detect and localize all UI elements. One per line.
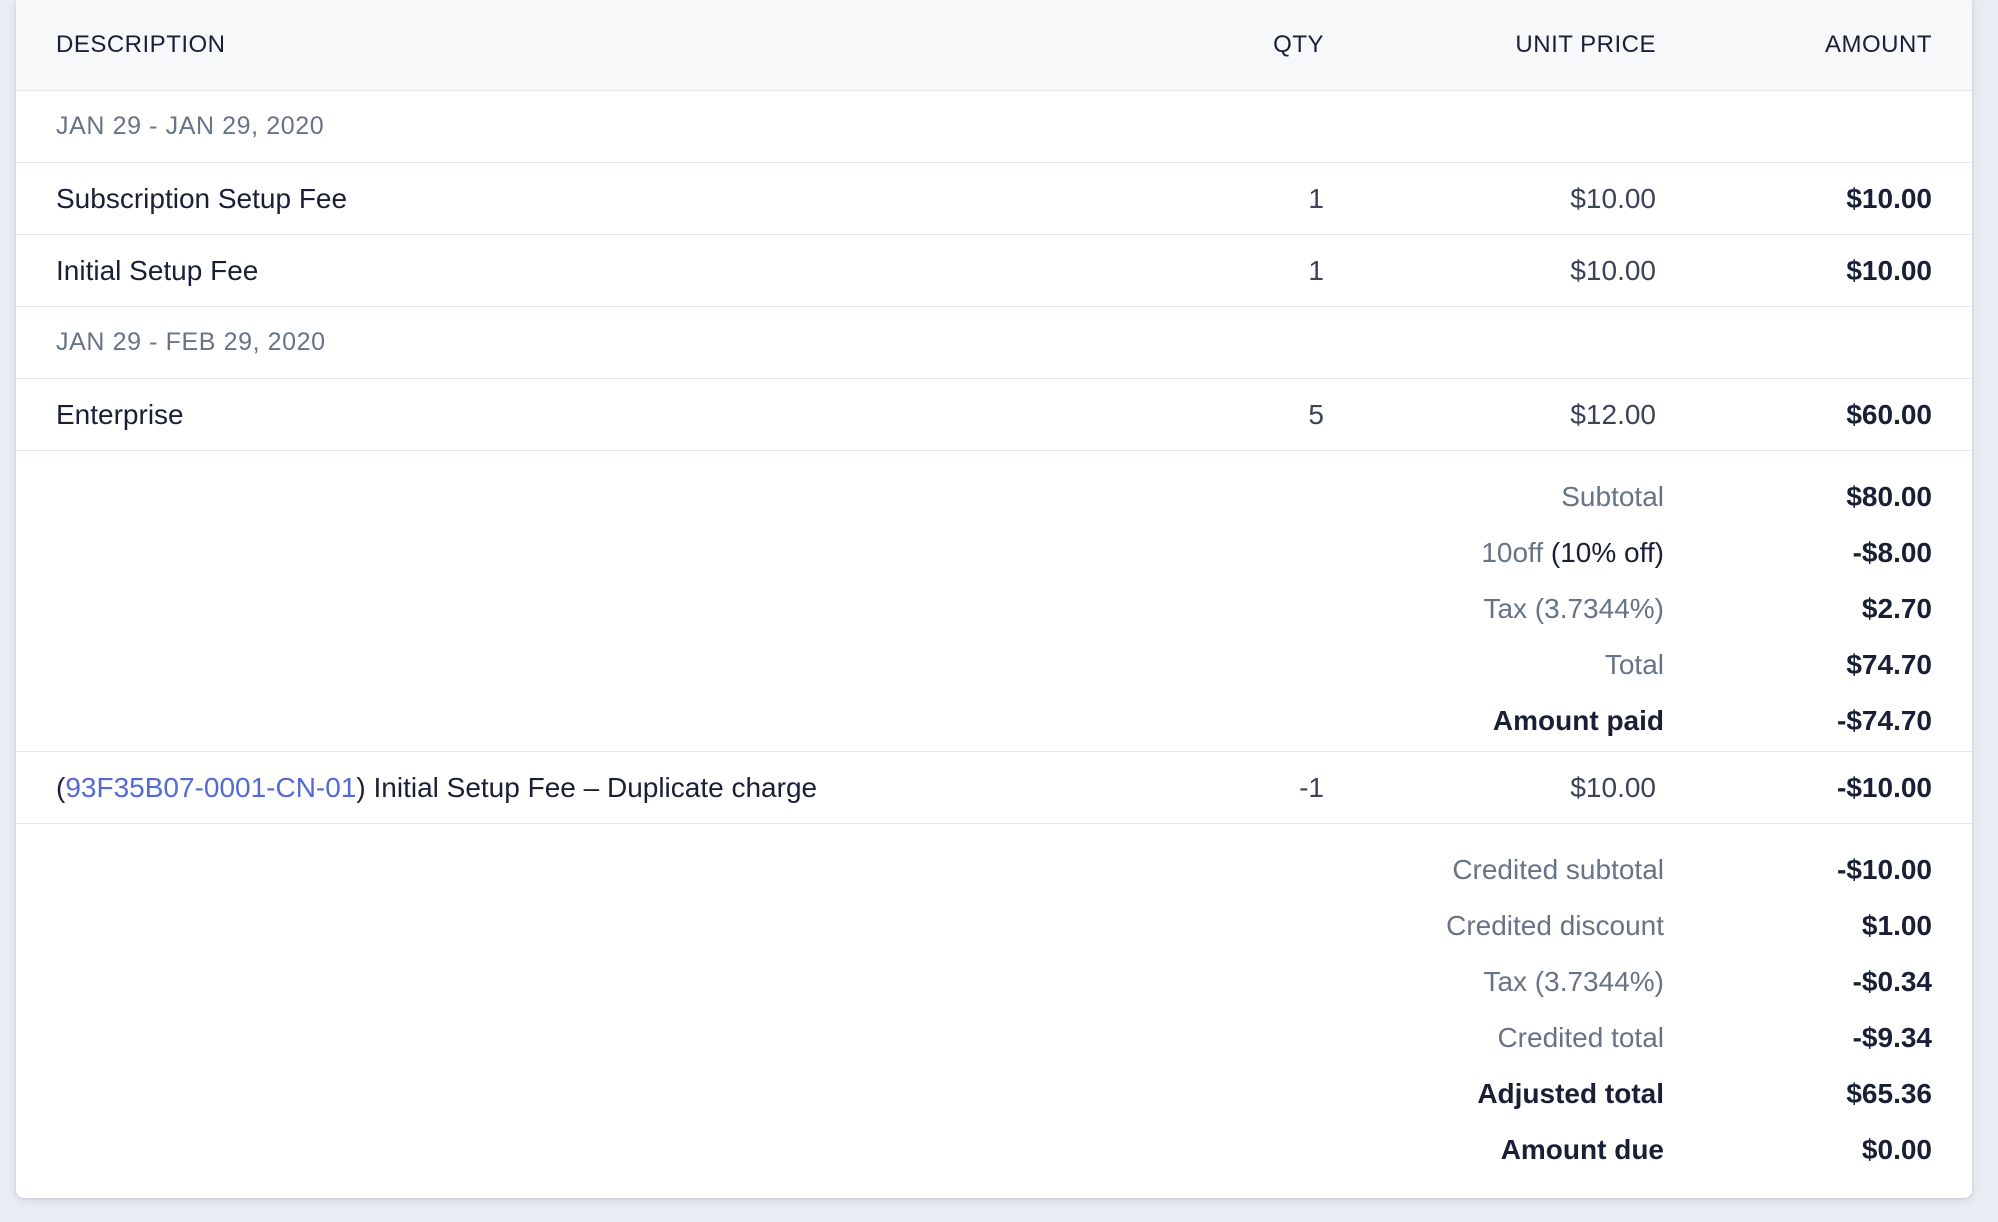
credited-tax-line: Tax (3.7344%) -$0.34	[16, 954, 1972, 1010]
line-item-unit-price: $10.00	[1570, 182, 1656, 214]
invoice-summary: Subtotal $80.00 10off (10% off) -$8.00 T…	[16, 451, 1972, 752]
amount-paid-line: Amount paid -$74.70	[16, 693, 1972, 749]
credited-tax-label: Tax (3.7344%)	[1483, 966, 1664, 997]
line-item-qty: 1	[1308, 182, 1324, 214]
line-item-description: Subscription Setup Fee	[56, 182, 348, 214]
tax-value: $2.70	[1861, 593, 1932, 624]
line-item-qty: 1	[1308, 254, 1324, 286]
credit-line-text: ) Initial Setup Fee – Duplicate charge	[356, 771, 818, 803]
credit-line-qty: -1	[1299, 771, 1324, 803]
credited-subtotal-value: -$10.00	[1837, 854, 1932, 885]
column-header-qty: QTY	[1273, 31, 1324, 58]
amount-paid-label: Amount paid	[1492, 705, 1664, 736]
line-item-qty: 5	[1308, 398, 1324, 430]
amount-due-value: $0.00	[1861, 1134, 1932, 1165]
credited-discount-label: Credited discount	[1446, 910, 1664, 941]
table-row: Subscription Setup Fee 1 $10.00 $10.00	[16, 163, 1972, 235]
amount-paid-value: -$74.70	[1837, 705, 1932, 736]
credited-discount-line: Credited discount $1.00	[16, 898, 1972, 954]
credit-note-row: (93F35B07-0001-CN-01) Initial Setup Fee …	[16, 752, 1972, 824]
line-item-description: Initial Setup Fee	[56, 254, 259, 286]
credited-subtotal-line: Credited subtotal -$10.00	[16, 842, 1972, 898]
column-header-description: DESCRIPTION	[56, 31, 226, 58]
total-value: $74.70	[1846, 649, 1932, 680]
invoice-line-items-card: DESCRIPTION QTY UNIT PRICE AMOUNT JAN 29…	[16, 0, 1972, 1198]
tax-label: Tax (3.7344%)	[1483, 593, 1664, 624]
period-label: JAN 29 - FEB 29, 2020	[56, 328, 326, 356]
credited-subtotal-label: Credited subtotal	[1452, 854, 1664, 885]
adjusted-total-label: Adjusted total	[1477, 1078, 1664, 1109]
credited-total-line: Credited total -$9.34	[16, 1010, 1972, 1066]
credit-summary: Credited subtotal -$10.00 Credited disco…	[16, 824, 1972, 1178]
credit-line-amount: -$10.00	[1837, 771, 1932, 803]
line-item-amount: $10.00	[1846, 182, 1932, 214]
credited-discount-value: $1.00	[1861, 910, 1932, 941]
line-item-amount: $60.00	[1846, 398, 1932, 430]
adjusted-total-value: $65.36	[1846, 1078, 1932, 1109]
subtotal-line: Subtotal $80.00	[16, 469, 1972, 525]
discount-value: -$8.00	[1852, 537, 1932, 568]
tax-line: Tax (3.7344%) $2.70	[16, 581, 1972, 637]
total-label: Total	[1604, 649, 1664, 680]
column-header-amount: AMOUNT	[1825, 31, 1932, 58]
credited-total-label: Credited total	[1497, 1022, 1664, 1053]
discount-label: 10off (10% off)	[1481, 525, 1664, 581]
line-item-amount: $10.00	[1846, 254, 1932, 286]
amount-due-label: Amount due	[1500, 1134, 1664, 1165]
line-item-unit-price: $12.00	[1570, 398, 1656, 430]
table-row: Initial Setup Fee 1 $10.00 $10.00	[16, 235, 1972, 307]
line-item-description: Enterprise	[56, 398, 184, 430]
credited-total-value: -$9.34	[1852, 1022, 1932, 1053]
column-header-unit-price: UNIT PRICE	[1515, 31, 1656, 58]
adjusted-total-line: Adjusted total $65.36	[16, 1066, 1972, 1122]
period-label: JAN 29 - JAN 29, 2020	[56, 112, 325, 140]
credit-line-description: (93F35B07-0001-CN-01) Initial Setup Fee …	[56, 752, 817, 823]
amount-due-line: Amount due $0.00	[16, 1122, 1972, 1178]
period-row: JAN 29 - JAN 29, 2020	[16, 91, 1972, 163]
total-line: Total $74.70	[16, 637, 1972, 693]
credit-line-unit-price: $10.00	[1570, 771, 1656, 803]
credit-open-paren: (	[56, 771, 66, 803]
discount-detail: (10% off)	[1550, 537, 1664, 568]
credited-tax-value: -$0.34	[1852, 966, 1932, 997]
table-header: DESCRIPTION QTY UNIT PRICE AMOUNT	[16, 0, 1972, 91]
credit-note-link[interactable]: 93F35B07-0001-CN-01	[65, 772, 356, 804]
line-item-unit-price: $10.00	[1570, 254, 1656, 286]
discount-code: 10off	[1481, 537, 1544, 568]
subtotal-value: $80.00	[1846, 481, 1932, 512]
subtotal-label: Subtotal	[1561, 481, 1664, 512]
period-row: JAN 29 - FEB 29, 2020	[16, 307, 1972, 379]
discount-line: 10off (10% off) -$8.00	[16, 525, 1972, 581]
table-row: Enterprise 5 $12.00 $60.00	[16, 379, 1972, 451]
